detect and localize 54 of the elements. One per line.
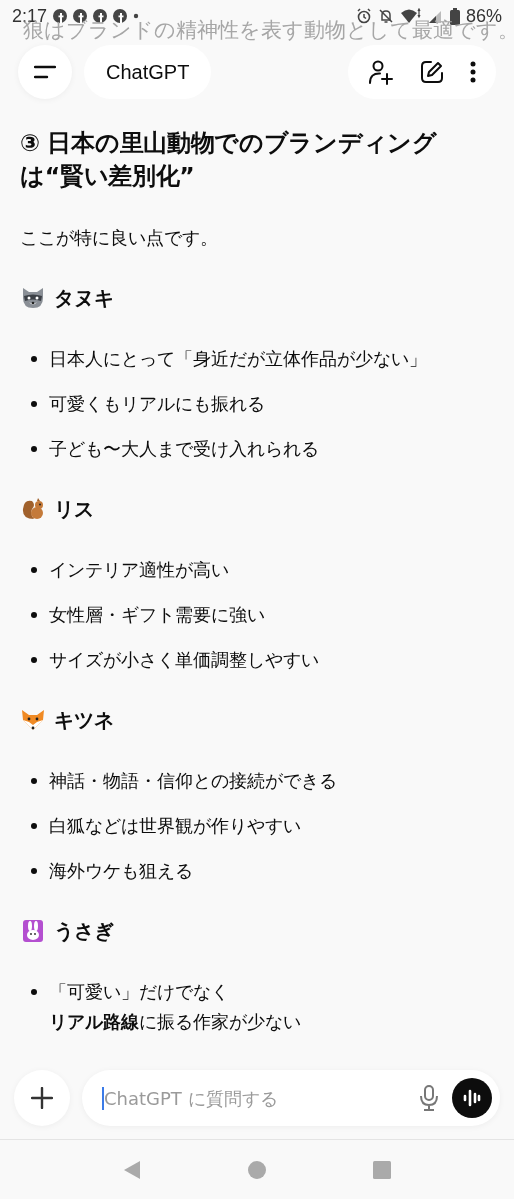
add-person-icon xyxy=(368,59,394,85)
more-icon xyxy=(470,61,476,83)
bullet-dot xyxy=(31,567,37,573)
bullet-dot xyxy=(31,446,37,452)
app-notification-icon xyxy=(93,9,108,23)
section-heading: キツネ xyxy=(54,706,114,734)
more-options-button[interactable] xyxy=(470,61,476,83)
alarm-icon xyxy=(355,8,372,24)
more-notifications-icon xyxy=(133,13,140,19)
sound-wave-icon xyxy=(463,1089,481,1107)
message-input-field[interactable]: ChatGPT に質問する xyxy=(82,1070,500,1126)
bullet-dot xyxy=(31,657,37,663)
menu-icon xyxy=(34,65,56,79)
add-person-button[interactable] xyxy=(368,59,394,85)
recents-icon xyxy=(372,1161,391,1179)
bullet-text: 可愛くもリアルにも振れる xyxy=(49,393,265,416)
intro-text: ここが特に良い点です。 xyxy=(20,227,219,250)
bullet-dot xyxy=(31,356,37,362)
rabbit-icon xyxy=(20,919,46,943)
bullet-dot xyxy=(31,401,37,407)
bullet-dot xyxy=(31,612,37,618)
model-title[interactable]: ChatGPT xyxy=(84,45,212,99)
microphone-button[interactable] xyxy=(420,1085,438,1111)
plus-icon xyxy=(31,1087,53,1109)
fox-icon xyxy=(20,708,46,732)
microphone-icon xyxy=(420,1085,438,1111)
bullet-text: 日本人にとって「身近だが立体作品が少ない」 xyxy=(49,348,427,371)
section-heading: リス xyxy=(54,495,94,523)
bullet-text-line: リアル路線に振る作家が少ない xyxy=(49,1011,301,1034)
bullet-text-line: 「可愛い」だけでなく xyxy=(49,981,229,1004)
bullet-dot xyxy=(31,778,37,784)
section-heading: タヌキ xyxy=(54,284,114,312)
section-heading: うさぎ xyxy=(54,917,114,945)
bullet-dot xyxy=(31,823,37,829)
back-icon xyxy=(123,1160,142,1180)
new-chat-button[interactable] xyxy=(420,60,444,84)
bullet-dot xyxy=(31,989,37,995)
message-input[interactable]: ChatGPT に質問する xyxy=(102,1086,390,1110)
bullet-text: 女性層・ギフト需要に強い xyxy=(49,604,265,627)
bullet-text: 神話・物語・信仰との接続ができる xyxy=(49,770,337,793)
squirrel-icon xyxy=(20,497,46,521)
bullet-text: サイズが小さく単価調整しやすい xyxy=(49,649,319,672)
bell-off-icon xyxy=(377,8,394,24)
bullet-text: インテリア適性が高い xyxy=(49,559,229,582)
response-heading: ③ 日本の里山動物でのブランディングは“賢い差別化” xyxy=(20,128,438,192)
bullet-dot xyxy=(31,868,37,874)
app-notification-icon xyxy=(113,9,128,23)
bullet-text: 白狐などは世界観が作りやすい xyxy=(49,815,301,838)
raccoon-icon xyxy=(20,286,46,310)
bullet-text: 海外ウケも狙える xyxy=(49,860,193,883)
bullet-text: 子ども〜大人まで受け入れられる xyxy=(49,438,319,461)
edit-icon xyxy=(420,60,444,84)
app-notification-icon xyxy=(53,9,68,23)
home-icon xyxy=(248,1161,266,1179)
